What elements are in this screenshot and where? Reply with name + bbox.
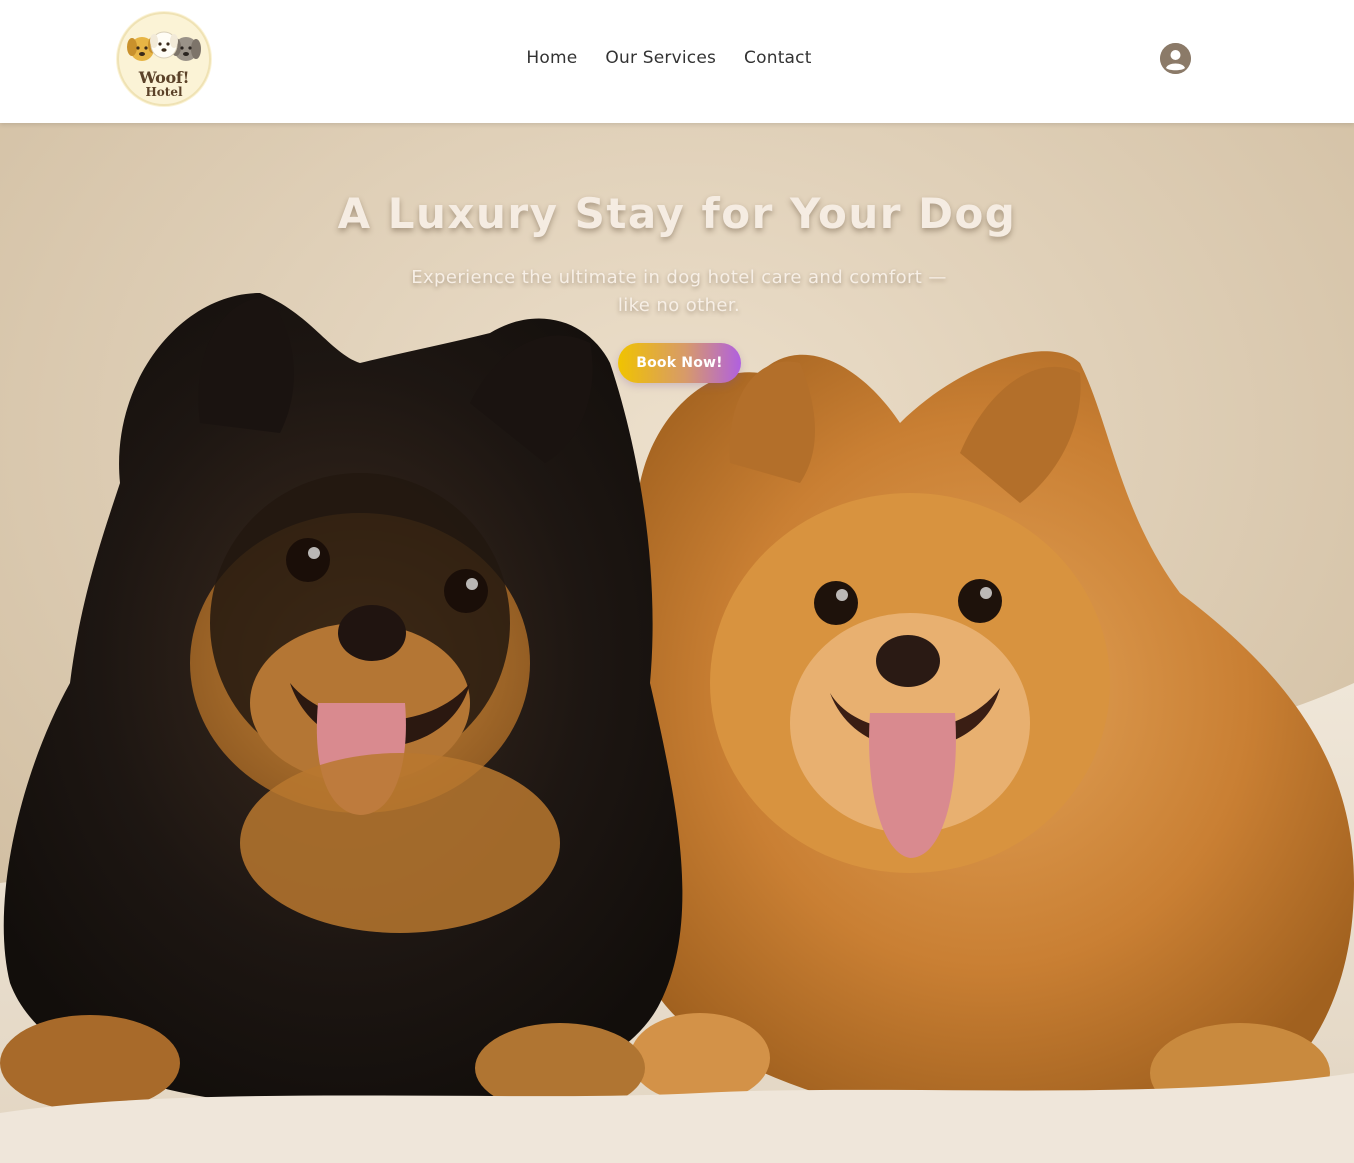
hero-title: A Luxury Stay for Your Dog	[337, 189, 1017, 238]
nav-link-our-services[interactable]: Our Services	[605, 47, 716, 69]
user-circle-icon	[1160, 43, 1191, 74]
hero-subtitle: Experience the ultimate in dog hotel car…	[411, 267, 947, 316]
nav-link-home[interactable]: Home	[526, 47, 577, 69]
main-nav: Home Our Services Contact	[0, 47, 1354, 69]
user-account-button[interactable]	[1160, 43, 1191, 74]
book-now-button[interactable]: Book Now!	[618, 343, 741, 383]
site-header: Woof! Hotel Home Our Services Contact	[0, 0, 1354, 123]
hero-section: A Luxury Stay for Your Dog Experience th…	[0, 123, 1354, 1163]
logo-text-hotel: Hotel	[145, 85, 183, 99]
nav-link-contact[interactable]: Contact	[744, 47, 812, 69]
